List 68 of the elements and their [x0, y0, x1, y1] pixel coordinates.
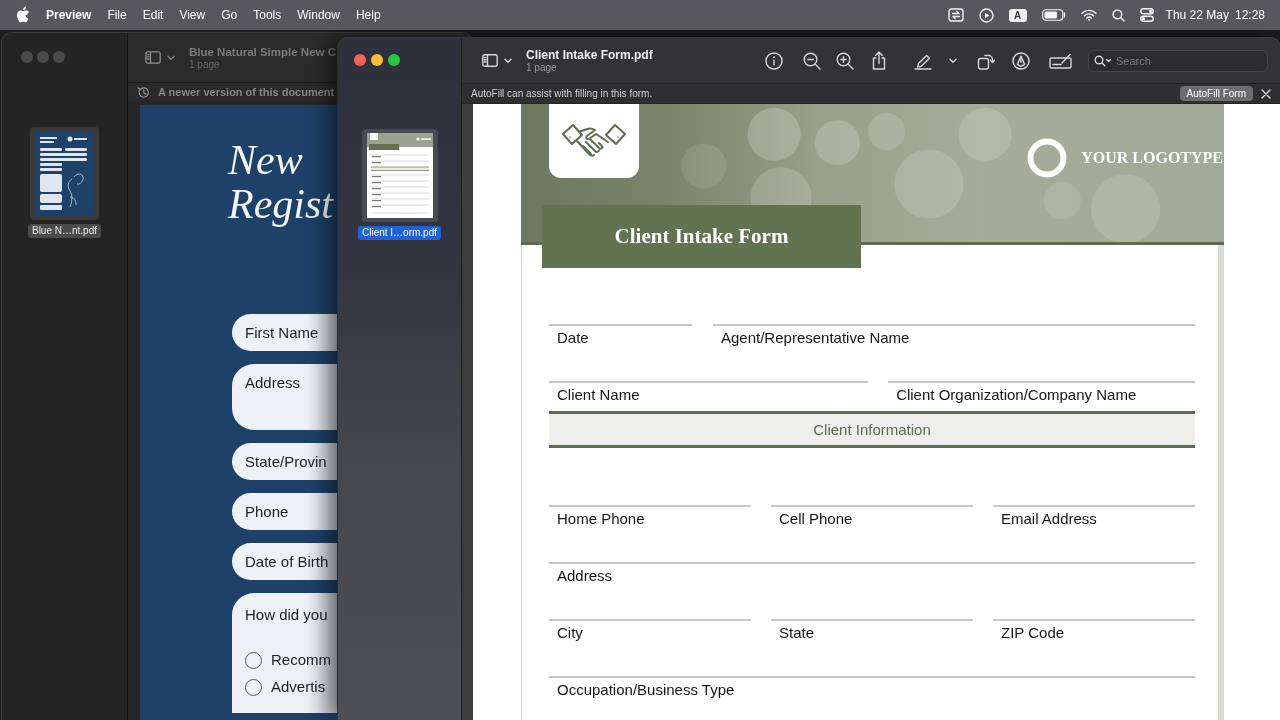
menu-item[interactable]: File [99, 4, 135, 26]
search-field[interactable]: Search [1088, 49, 1268, 72]
field-label: ZIP Code [1000, 624, 1065, 642]
info-icon[interactable] [765, 51, 783, 70]
field-label: State [778, 624, 815, 642]
clock-icon [137, 85, 150, 99]
form-title: Client Intake Form [542, 205, 861, 268]
search-icon[interactable] [1111, 8, 1125, 22]
page-count: 1 page [526, 61, 558, 74]
play-circle-icon[interactable] [978, 7, 994, 23]
field-label: Client Organization/Company Name [895, 386, 1137, 404]
field-label: Agent/Representative Name [720, 329, 910, 347]
autofill-form-button[interactable]: AutoFill Form [1179, 86, 1253, 101]
input-source-button[interactable]: A [1008, 8, 1027, 22]
menu-item[interactable]: View [171, 4, 214, 26]
field-label: Date [556, 329, 589, 347]
autofill-message: AutoFill can assist with filling in this form. [471, 88, 653, 99]
page-thumbnail[interactable] [30, 127, 99, 220]
window-title: Client Intake Form.pdf [526, 47, 653, 62]
apple-icon[interactable] [16, 5, 30, 23]
question-label: How did you [245, 606, 328, 624]
menu-item[interactable]: Help [347, 4, 389, 26]
chevron-down-icon[interactable] [167, 55, 175, 60]
arrows-box-icon[interactable] [947, 8, 964, 22]
page-thumbnail[interactable] [361, 129, 438, 222]
option-label: Advertis [271, 678, 326, 696]
window-title: Blue Natural Simple New C [189, 44, 336, 59]
notice-text: A newer version of this document [158, 86, 335, 98]
menu-bar-date[interactable]: Thu 22 May [1165, 4, 1229, 26]
close-button[interactable] [354, 54, 366, 66]
battery-icon[interactable] [1041, 9, 1066, 21]
field-label: Client Name [556, 386, 640, 404]
field-label: City [556, 624, 583, 642]
menu-item[interactable]: Edit [134, 4, 172, 26]
zoom-in-icon[interactable] [836, 51, 854, 70]
text-field[interactable]: Date of Birth [232, 543, 338, 580]
text-field[interactable]: Phone [232, 493, 338, 530]
heading-text: Regist [228, 182, 333, 226]
wifi-icon[interactable] [1080, 9, 1097, 21]
field-label: Occupation/Business Type [556, 681, 735, 699]
minimize-button[interactable] [371, 54, 383, 66]
field-label: Email Address [1000, 510, 1097, 528]
zoom-button[interactable] [388, 54, 400, 66]
field-label: Cell Phone [778, 510, 853, 528]
ring-icon [1027, 138, 1068, 178]
heading-text: New [228, 138, 303, 182]
menu-item[interactable]: Window [289, 4, 348, 26]
field-label: Home Phone [556, 510, 645, 528]
pen-nib-icon[interactable] [1012, 51, 1030, 70]
logotype-text: YOUR LOGOTYPE [1081, 149, 1223, 167]
form-pen-icon[interactable] [1049, 52, 1073, 69]
file-name-label[interactable]: Client I…orm.pdf [358, 226, 441, 240]
field-label: Address [556, 567, 613, 585]
section-header: Client Information [549, 411, 1195, 448]
share-icon[interactable] [871, 51, 887, 70]
option-label: Recomm [271, 651, 331, 669]
app-menu[interactable]: Preview [38, 4, 100, 26]
text-field[interactable]: Address [232, 364, 338, 430]
close-icon[interactable] [1261, 88, 1271, 99]
zoom-out-icon[interactable] [803, 51, 821, 70]
search-icon [1094, 54, 1111, 67]
text-field[interactable]: State/Provin [232, 443, 338, 480]
menu-item[interactable]: Tools [245, 4, 290, 26]
toggles-icon[interactable] [1139, 8, 1154, 22]
text-field[interactable]: First Name [232, 314, 338, 351]
menu-item[interactable]: Go [213, 4, 246, 26]
menu-bar-time[interactable]: 12:28 [1234, 4, 1265, 26]
sidebar-icon[interactable] [145, 51, 161, 64]
